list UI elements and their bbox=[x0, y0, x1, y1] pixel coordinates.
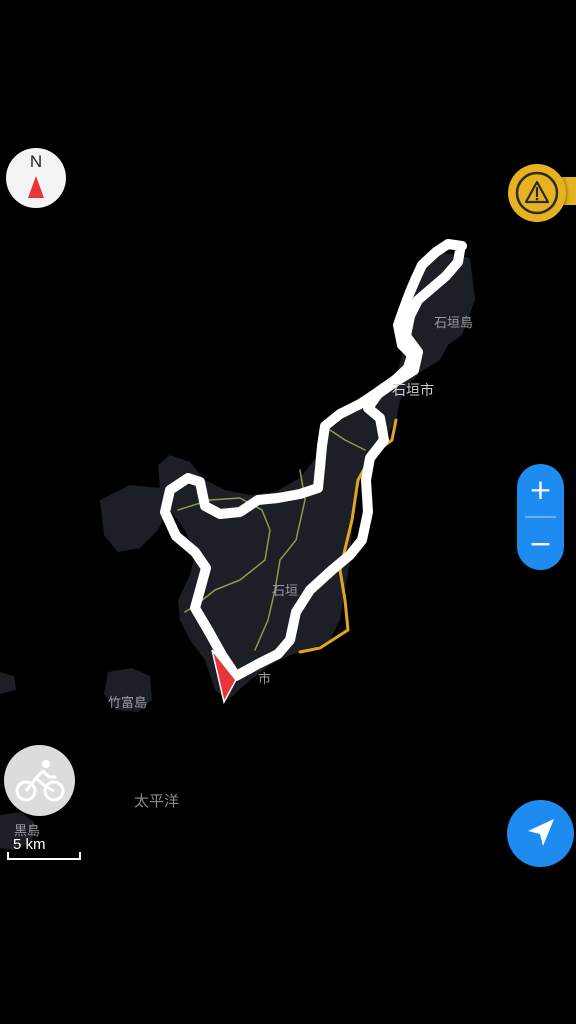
zoom-in-button[interactable]: + bbox=[517, 464, 564, 516]
compass-north-label: N bbox=[29, 152, 43, 171]
zoom-out-button[interactable]: − bbox=[517, 518, 564, 570]
navigation-arrow-icon bbox=[528, 819, 554, 846]
zoom-control: + − bbox=[517, 464, 564, 570]
map-canvas[interactable] bbox=[0, 0, 576, 1024]
map-scale: 5 km bbox=[7, 836, 81, 860]
ishigaki-city-label: 石垣市 bbox=[392, 383, 434, 399]
compass-button[interactable]: N bbox=[6, 148, 66, 208]
warning-button[interactable] bbox=[508, 164, 566, 222]
locate-me-button[interactable] bbox=[507, 800, 574, 867]
western-peninsula-shape bbox=[100, 485, 168, 552]
cycling-icon bbox=[15, 760, 65, 802]
ishigaki-island-label: 石垣島 bbox=[434, 316, 474, 331]
islet-shape bbox=[0, 672, 16, 694]
warning-triangle-icon bbox=[515, 171, 559, 215]
activity-type-button[interactable] bbox=[4, 745, 75, 816]
taketomi-island-label: 竹富島 bbox=[108, 696, 148, 711]
town-label: 市 bbox=[258, 672, 272, 687]
scale-line bbox=[7, 852, 81, 860]
central-area-label: 石垣 bbox=[272, 584, 299, 599]
pacific-ocean-label: 太平洋 bbox=[134, 792, 180, 810]
scale-label: 5 km bbox=[13, 836, 46, 853]
compass-needle-icon bbox=[28, 176, 44, 198]
